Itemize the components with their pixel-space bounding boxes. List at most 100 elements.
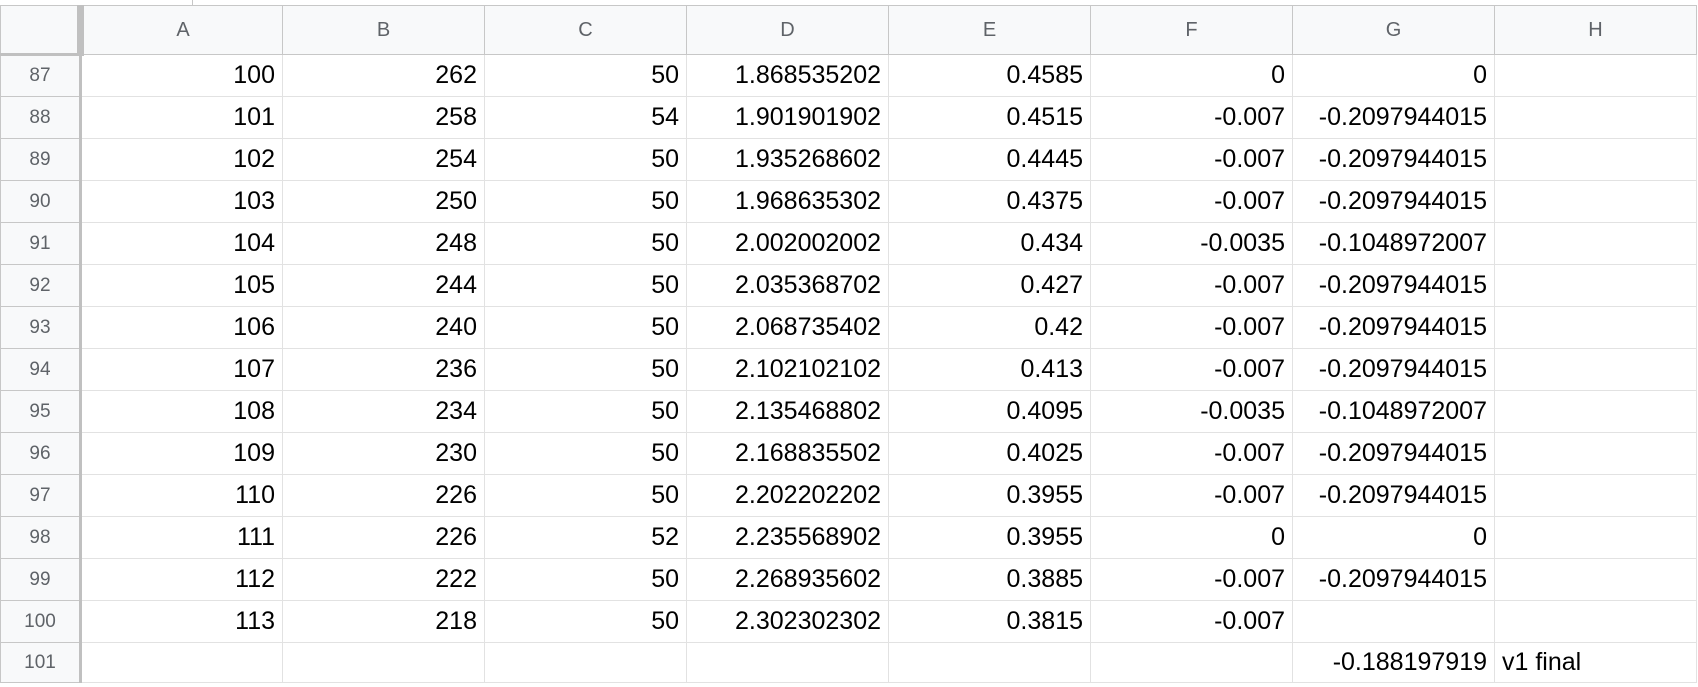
cell-g[interactable]: -0.2097944015 <box>1292 306 1495 349</box>
cell-f[interactable] <box>1090 642 1293 683</box>
cell-d[interactable]: 2.235568902 <box>686 516 889 559</box>
cell-a[interactable] <box>80 642 283 683</box>
cell-h[interactable] <box>1494 348 1697 391</box>
cell-h[interactable] <box>1494 306 1697 349</box>
cell-g[interactable]: -0.2097944015 <box>1292 558 1495 601</box>
cell-c[interactable] <box>484 642 687 683</box>
cell-e[interactable] <box>888 642 1091 683</box>
cell-c[interactable]: 50 <box>484 222 687 265</box>
cell-a[interactable]: 106 <box>80 306 283 349</box>
cell-f[interactable]: -0.007 <box>1090 96 1293 139</box>
cell-c[interactable]: 50 <box>484 180 687 223</box>
row-header[interactable]: 95 <box>0 390 82 433</box>
row-header[interactable]: 87 <box>0 54 82 97</box>
cell-h[interactable]: v1 final <box>1494 642 1697 683</box>
cell-a[interactable]: 113 <box>80 600 283 643</box>
cell-g[interactable]: -0.2097944015 <box>1292 474 1495 517</box>
cell-c[interactable]: 50 <box>484 54 687 97</box>
cell-c[interactable]: 50 <box>484 138 687 181</box>
cell-c[interactable]: 50 <box>484 264 687 307</box>
cell-a[interactable]: 112 <box>80 558 283 601</box>
row-header[interactable]: 93 <box>0 306 82 349</box>
cell-h[interactable] <box>1494 432 1697 475</box>
cell-h[interactable] <box>1494 558 1697 601</box>
cell-b[interactable]: 234 <box>282 390 485 433</box>
cell-a[interactable]: 103 <box>80 180 283 223</box>
cell-d[interactable]: 1.868535202 <box>686 54 889 97</box>
cell-d[interactable] <box>686 642 889 683</box>
cell-h[interactable] <box>1494 138 1697 181</box>
cell-b[interactable]: 254 <box>282 138 485 181</box>
row-header[interactable]: 99 <box>0 558 82 601</box>
row-header[interactable]: 94 <box>0 348 82 391</box>
cell-b[interactable]: 262 <box>282 54 485 97</box>
cell-g[interactable]: 0 <box>1292 54 1495 97</box>
cell-a[interactable]: 107 <box>80 348 283 391</box>
cell-c[interactable]: 50 <box>484 306 687 349</box>
cell-h[interactable] <box>1494 180 1697 223</box>
row-header[interactable]: 97 <box>0 474 82 517</box>
cell-f[interactable]: 0 <box>1090 516 1293 559</box>
cell-h[interactable] <box>1494 600 1697 643</box>
cell-g[interactable]: -0.1048972007 <box>1292 222 1495 265</box>
cell-a[interactable]: 101 <box>80 96 283 139</box>
cell-h[interactable] <box>1494 54 1697 97</box>
cell-c[interactable]: 52 <box>484 516 687 559</box>
cell-d[interactable]: 2.302302302 <box>686 600 889 643</box>
cell-g[interactable] <box>1292 600 1495 643</box>
column-header-g[interactable]: G <box>1292 5 1495 55</box>
cell-g[interactable]: -0.2097944015 <box>1292 138 1495 181</box>
column-header-b[interactable]: B <box>282 5 485 55</box>
cell-a[interactable]: 108 <box>80 390 283 433</box>
cell-f[interactable]: -0.007 <box>1090 264 1293 307</box>
row-header[interactable]: 100 <box>0 600 82 643</box>
row-header[interactable]: 92 <box>0 264 82 307</box>
cell-f[interactable]: -0.007 <box>1090 180 1293 223</box>
cell-c[interactable]: 50 <box>484 390 687 433</box>
cell-a[interactable]: 100 <box>80 54 283 97</box>
cell-e[interactable]: 0.42 <box>888 306 1091 349</box>
cell-e[interactable]: 0.4095 <box>888 390 1091 433</box>
cell-b[interactable] <box>282 642 485 683</box>
row-header[interactable]: 101 <box>0 642 82 683</box>
cell-b[interactable]: 240 <box>282 306 485 349</box>
column-header-h[interactable]: H <box>1494 5 1697 55</box>
column-header-a[interactable]: A <box>80 5 283 55</box>
cell-a[interactable]: 109 <box>80 432 283 475</box>
cell-f[interactable]: -0.007 <box>1090 432 1293 475</box>
cell-d[interactable]: 2.068735402 <box>686 306 889 349</box>
cell-d[interactable]: 2.102102102 <box>686 348 889 391</box>
row-header[interactable]: 89 <box>0 138 82 181</box>
cell-a[interactable]: 105 <box>80 264 283 307</box>
cell-e[interactable]: 0.413 <box>888 348 1091 391</box>
cell-d[interactable]: 2.135468802 <box>686 390 889 433</box>
row-header[interactable]: 90 <box>0 180 82 223</box>
cell-f[interactable]: -0.007 <box>1090 600 1293 643</box>
cell-e[interactable]: 0.4585 <box>888 54 1091 97</box>
cell-h[interactable] <box>1494 222 1697 265</box>
cell-e[interactable]: 0.3955 <box>888 516 1091 559</box>
cell-c[interactable]: 50 <box>484 600 687 643</box>
cell-g[interactable]: 0 <box>1292 516 1495 559</box>
cell-b[interactable]: 218 <box>282 600 485 643</box>
cell-g[interactable]: -0.2097944015 <box>1292 180 1495 223</box>
cell-c[interactable]: 50 <box>484 348 687 391</box>
cell-g[interactable]: -0.2097944015 <box>1292 348 1495 391</box>
cell-b[interactable]: 258 <box>282 96 485 139</box>
cell-h[interactable] <box>1494 474 1697 517</box>
cell-e[interactable]: 0.4445 <box>888 138 1091 181</box>
cell-f[interactable]: -0.0035 <box>1090 390 1293 433</box>
cell-e[interactable]: 0.427 <box>888 264 1091 307</box>
row-header[interactable]: 88 <box>0 96 82 139</box>
cell-e[interactable]: 0.434 <box>888 222 1091 265</box>
cell-e[interactable]: 0.3955 <box>888 474 1091 517</box>
row-header[interactable]: 96 <box>0 432 82 475</box>
cell-g[interactable]: -0.2097944015 <box>1292 264 1495 307</box>
cell-f[interactable]: -0.007 <box>1090 138 1293 181</box>
cell-f[interactable]: -0.007 <box>1090 306 1293 349</box>
cell-g[interactable]: -0.188197919 <box>1292 642 1495 683</box>
cell-g[interactable]: -0.2097944015 <box>1292 432 1495 475</box>
cell-h[interactable] <box>1494 516 1697 559</box>
cell-c[interactable]: 50 <box>484 432 687 475</box>
row-header[interactable]: 98 <box>0 516 82 559</box>
